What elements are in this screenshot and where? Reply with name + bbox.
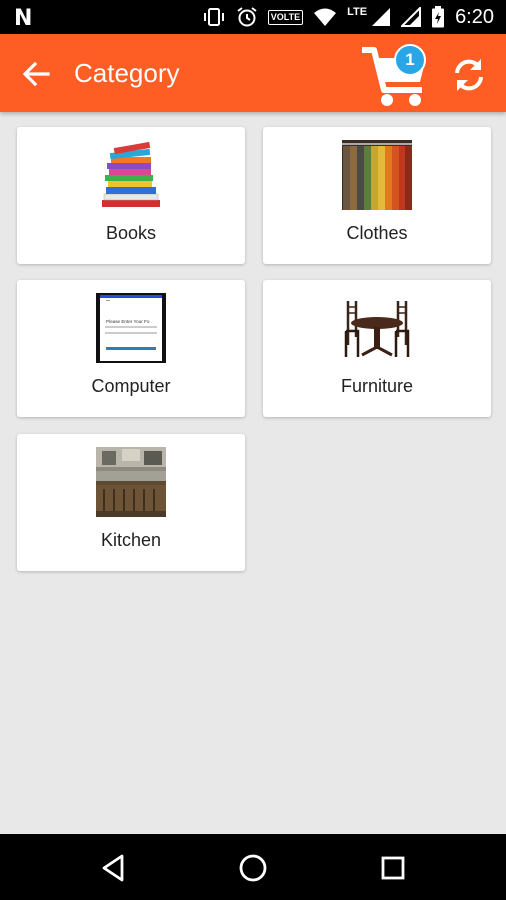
kitchen-thumbnail	[96, 447, 166, 517]
system-nav-bar	[0, 834, 506, 900]
svg-text:Please Enter Your Fo: Please Enter Your Fo	[106, 319, 150, 324]
category-card-computer[interactable]: Please Enter Your Fo Computer	[17, 280, 245, 417]
books-thumbnail	[102, 141, 160, 207]
category-label: Books	[105, 223, 157, 243]
computer-thumbnail: Please Enter Your Fo	[96, 293, 166, 363]
category-label: Kitchen	[100, 530, 162, 550]
app-bar: Category 1	[0, 34, 506, 112]
lte-label: LTE	[347, 6, 368, 18]
signal-icon	[372, 8, 391, 26]
alarm-icon	[237, 7, 257, 27]
wifi-icon	[314, 8, 337, 26]
cart-count-badge: 1	[394, 44, 426, 76]
furniture-thumbnail	[344, 301, 410, 357]
status-bar: N VOLTE LTE 6:20	[0, 0, 506, 34]
clock: 6:20	[455, 5, 494, 28]
status-icons: VOLTE LTE 6:20	[202, 0, 494, 34]
category-label: Computer	[91, 376, 171, 396]
arrow-left-icon[interactable]	[20, 58, 52, 90]
category-card-books[interactable]: Books	[17, 127, 245, 264]
signal-2-icon	[401, 7, 422, 27]
category-card-furniture[interactable]: Furniture	[263, 280, 491, 417]
category-card-kitchen[interactable]: Kitchen	[17, 434, 245, 571]
category-label: Clothes	[346, 223, 408, 243]
clothes-thumbnail	[342, 140, 412, 210]
notification-n-icon: N	[14, 6, 33, 31]
square-recents-icon[interactable]	[376, 851, 410, 885]
page-title: Category	[74, 58, 180, 88]
vibrate-icon	[203, 8, 224, 26]
category-card-clothes[interactable]: Clothes	[263, 127, 491, 264]
triangle-back-icon[interactable]	[97, 851, 131, 885]
battery-icon	[432, 6, 445, 28]
volte-badge: VOLTE	[267, 9, 304, 25]
refresh-icon[interactable]	[450, 56, 488, 94]
circle-home-icon[interactable]	[236, 851, 270, 885]
category-label: Furniture	[340, 376, 414, 396]
